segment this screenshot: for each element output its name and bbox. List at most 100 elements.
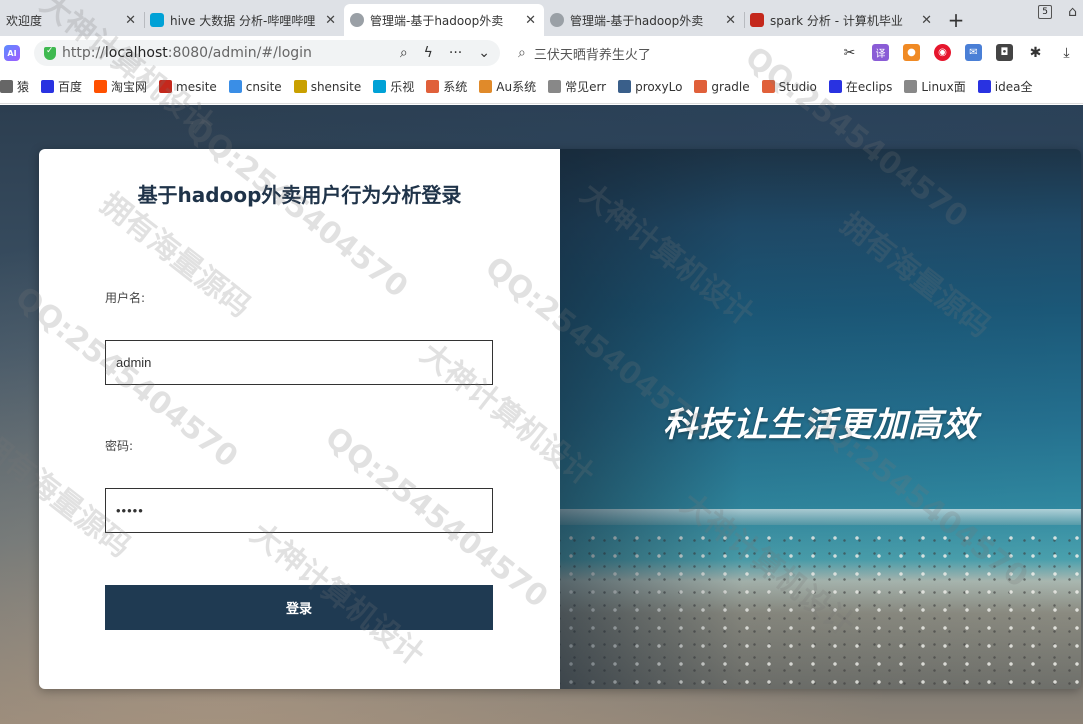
globe-icon — [350, 13, 364, 27]
login-form-panel: 基于hadoop外卖用户行为分析登录 用户名: 密码: 登录 — [39, 149, 560, 689]
bilibili-icon — [150, 13, 164, 27]
bookmark-item[interactable]: Linux面 — [904, 78, 966, 95]
bookmark-favicon-icon — [904, 80, 918, 93]
puzzle-icon[interactable]: ✱ — [1027, 44, 1044, 61]
bookmark-favicon-icon — [228, 80, 242, 93]
bookmark-favicon-icon — [479, 80, 493, 93]
bookmark-label: 系统 — [443, 80, 468, 94]
secure-shield-icon — [44, 46, 56, 60]
bookmark-item[interactable]: cnsite — [228, 79, 282, 94]
bookmark-favicon-icon — [373, 80, 387, 93]
bookmark-item[interactable]: 在eclips — [828, 78, 892, 95]
tab-title: spark 分析 - 计算机毕业 — [770, 13, 903, 28]
login-page: 基于hadoop外卖用户行为分析登录 用户名: 密码: 登录 科技让生活更加高效 — [0, 105, 1083, 724]
bookmark-label: Au系统 — [496, 80, 537, 94]
csdn-icon — [750, 13, 764, 27]
bookmark-label: 乐视 — [390, 80, 415, 94]
bookmark-label: proxyLo — [635, 79, 683, 94]
scissors-icon[interactable]: ✂ — [841, 44, 858, 61]
url-path: :8080/admin/#/login — [167, 45, 312, 61]
bookmark-label: 百度 — [58, 80, 83, 94]
password-input[interactable] — [105, 488, 493, 533]
bookmark-favicon-icon — [159, 80, 173, 93]
close-tab-icon[interactable]: ✕ — [525, 13, 536, 28]
close-tab-icon[interactable]: ✕ — [125, 13, 136, 28]
new-tab-button[interactable]: + — [940, 4, 972, 36]
bookmark-favicon-icon — [0, 80, 13, 93]
login-button[interactable]: 登录 — [105, 585, 493, 630]
lightning-icon[interactable]: ϟ — [424, 45, 433, 61]
bookmark-label: cnsite — [245, 79, 282, 94]
bookmark-label: shensite — [310, 79, 362, 94]
tab-title: 欢迎度 — [6, 13, 43, 28]
bookmark-favicon-icon — [548, 80, 562, 93]
search-icon[interactable]: ⌕ — [400, 45, 408, 61]
url-host: localhost — [104, 45, 168, 61]
url-text[interactable]: http://localhost:8080/admin/#/login — [62, 45, 400, 61]
address-bar[interactable]: http://localhost:8080/admin/#/login ⌕ ϟ … — [34, 40, 500, 66]
bookmark-item[interactable]: mesite — [159, 80, 217, 94]
bookmark-favicon-icon — [426, 80, 440, 93]
close-tab-icon[interactable]: ✕ — [325, 13, 336, 28]
login-card: 基于hadoop外卖用户行为分析登录 用户名: 密码: 登录 科技让生活更加高效 — [39, 149, 1081, 689]
close-tab-icon[interactable]: ✕ — [725, 13, 736, 28]
bookmark-label: mesite — [176, 79, 217, 94]
hero-image-panel: 科技让生活更加高效 — [560, 149, 1081, 689]
browser-tab[interactable]: hive 大数据 分析-哔哩哔哩 ✕ — [144, 4, 344, 36]
bookmark-favicon-icon — [694, 80, 708, 93]
translate-icon[interactable]: 译 — [872, 44, 889, 61]
bookmark-item[interactable]: shensite — [293, 79, 362, 94]
bookmark-item[interactable]: Au系统 — [479, 78, 536, 95]
address-bar-actions: ⌕ ϟ ··· ⌄ — [400, 45, 490, 61]
bookmark-item[interactable]: proxyLo — [618, 80, 682, 94]
bookmark-item[interactable]: 淘宝网 — [94, 78, 147, 95]
shield-ext-icon[interactable]: ◘ — [996, 44, 1013, 61]
bookmark-item[interactable]: Studio — [761, 79, 817, 94]
browser-toolbar: AI http://localhost:8080/admin/#/login ⌕… — [0, 36, 1083, 70]
bookmark-favicon-icon — [761, 80, 775, 93]
search-box[interactable]: ⌕ 三伏天晒背养生火了 — [510, 40, 810, 66]
game-icon[interactable]: ● — [903, 44, 920, 61]
search-suggestion[interactable]: 三伏天晒背养生火了 — [534, 44, 651, 63]
browser-tab-active[interactable]: 管理端-基于hadoop外卖 ✕ — [344, 4, 544, 36]
globe-icon — [550, 13, 564, 27]
bookmark-item[interactable]: 百度 — [41, 78, 82, 95]
tab-title: 管理端-基于hadoop外卖 — [570, 13, 704, 28]
bookmark-label: gradle — [711, 79, 750, 94]
bookmark-favicon-icon — [977, 80, 991, 93]
more-icon[interactable]: ··· — [449, 45, 462, 61]
chevron-down-icon[interactable]: ⌄ — [478, 45, 490, 61]
bookmark-label: idea全 — [994, 80, 1033, 94]
bookmark-favicon-icon — [618, 80, 632, 93]
bookmark-item[interactable]: 常见err — [548, 78, 606, 95]
username-input[interactable] — [105, 340, 493, 385]
bookmark-favicon-icon — [41, 80, 55, 93]
bookmark-item[interactable]: 乐视 — [373, 78, 414, 95]
bookmark-label: 常见err — [565, 80, 607, 94]
bookmark-favicon-icon — [293, 80, 307, 93]
hero-slogan: 科技让生活更加高效 — [663, 405, 978, 445]
ai-assistant-icon[interactable]: AI — [4, 45, 20, 61]
tab-count-badge[interactable]: 5 — [1038, 5, 1053, 19]
mail-icon[interactable]: ✉ — [965, 44, 982, 61]
bookmark-favicon-icon — [94, 80, 108, 93]
username-label: 用户名: — [105, 291, 146, 305]
close-tab-icon[interactable]: ✕ — [921, 13, 932, 28]
skin-icon[interactable]: ⌂ — [1068, 4, 1077, 20]
bookmark-label: 淘宝网 — [111, 80, 148, 94]
weibo-icon[interactable]: ◉ — [934, 44, 951, 61]
bookmark-label: Studio — [778, 79, 817, 94]
browser-tab[interactable]: 管理端-基于hadoop外卖 ✕ — [544, 4, 744, 36]
bookmark-item[interactable]: 猿 — [0, 78, 29, 95]
page-title: 基于hadoop外卖用户行为分析登录 — [137, 183, 462, 207]
browser-tab[interactable]: spark 分析 - 计算机毕业 ✕ — [744, 4, 940, 36]
browser-tab-strip: 欢迎度 ✕ hive 大数据 分析-哔哩哔哩 ✕ 管理端-基于hadoop外卖 … — [0, 0, 1083, 36]
bookmark-item[interactable]: gradle — [694, 79, 750, 94]
bookmark-label: 猿 — [17, 80, 30, 94]
bookmark-item[interactable]: idea全 — [977, 78, 1033, 95]
password-label: 密码: — [105, 439, 134, 453]
browser-tab[interactable]: 欢迎度 ✕ — [0, 4, 144, 36]
bookmark-item[interactable]: 系统 — [426, 78, 467, 95]
download-icon[interactable]: ⤓ — [1058, 44, 1075, 61]
bookmark-label: Linux面 — [921, 80, 966, 94]
